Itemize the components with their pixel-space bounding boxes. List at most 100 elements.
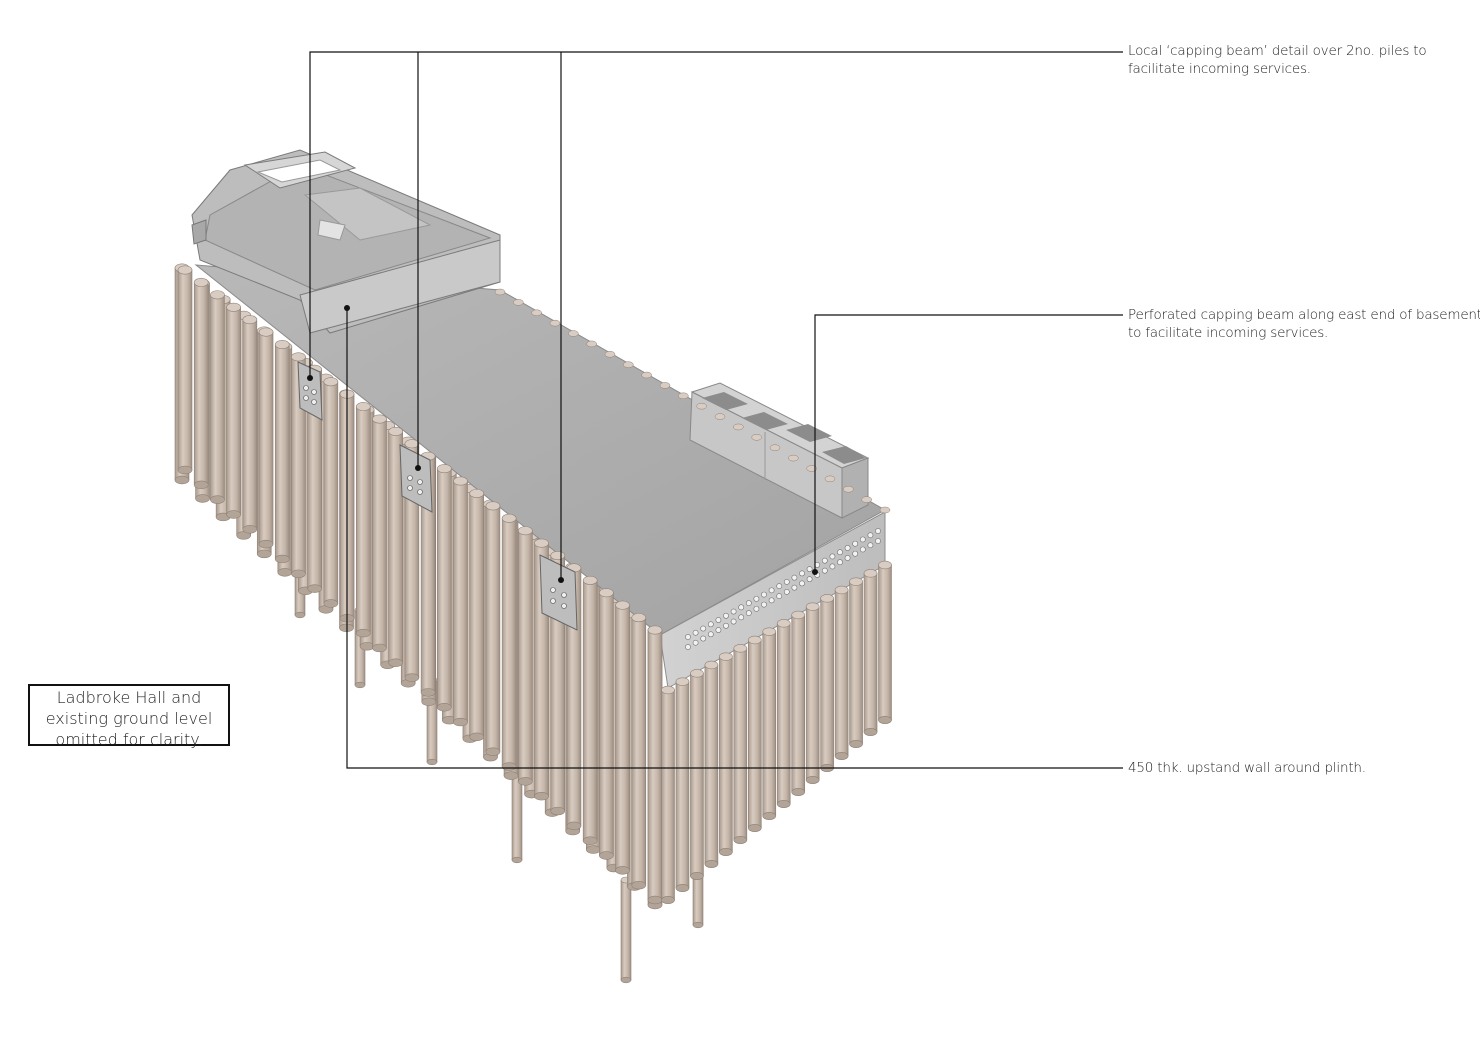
perforation [707,621,714,628]
perforation [753,605,760,612]
pile [863,569,878,736]
perforation [821,567,828,574]
note-line: omitted for clarity. [55,730,203,749]
perforation [715,617,722,623]
perforation [761,601,767,608]
pile [820,594,834,772]
perforation [852,540,859,547]
pile [582,575,598,845]
pile [323,377,339,608]
perforation [700,625,707,632]
perforation [700,635,707,642]
pile [193,277,209,490]
pile [615,600,630,875]
pile [355,402,371,638]
callout-line: facilitate incoming services. [1128,61,1311,77]
perforation [844,555,851,561]
pile [437,464,452,712]
perforation [730,608,737,615]
pile [878,560,892,724]
callout-line: to facilitate incoming services. [1128,325,1329,341]
perforation [723,612,729,619]
perforation [867,532,874,539]
perforation [685,644,691,650]
perforation [837,559,843,566]
perforation [875,538,881,544]
pile [210,290,225,504]
perforation [692,639,699,646]
perforation [715,627,722,633]
pile [776,619,791,808]
perforation [837,549,843,556]
perforation [791,574,798,581]
perforation [783,588,790,595]
callout-line: Local ‘capping beam’ detail over 2no. pi… [1128,43,1427,59]
pile [501,513,517,771]
perforation [806,576,813,583]
perforation [852,550,859,557]
pile [485,501,501,756]
perforation [829,553,836,560]
perforation [859,546,866,553]
perforation [875,528,881,534]
callout-line: 450 thk. upstand wall around plinth. [1128,760,1366,776]
pile [177,265,193,475]
perforation [806,566,813,573]
perforation [730,618,737,625]
perforation [859,536,866,543]
perforation [768,597,775,604]
pile [849,577,863,748]
pile [372,414,387,653]
perforation [685,634,691,640]
perforation [776,583,783,590]
perforation [829,563,836,570]
pile [242,315,258,534]
perforation [738,604,745,611]
pile [805,602,820,784]
perforation [692,629,699,636]
perforation [738,614,745,621]
clarity-note-box: Ladbroke Hall and existing ground level … [28,684,230,749]
pile [704,660,719,868]
note-line: Ladbroke Hall and [56,688,202,707]
callout-line: Perforated capping beam along east end o… [1128,307,1480,323]
perforation [745,600,752,606]
perforation [761,591,767,598]
piled-basement-diagram [174,51,1123,984]
note-line: existing ground level [45,709,213,728]
perforation [844,545,851,551]
pile [733,644,748,844]
pile [453,476,468,727]
perforation [799,580,805,587]
callout-capping-beam-detail: Local ‘capping beam’ detail over 2no. pi… [1128,42,1427,78]
pile [834,585,849,760]
pile [258,327,274,549]
pile [747,635,762,832]
pile [631,613,647,890]
pile [762,627,777,820]
pile [226,302,241,519]
pile [647,625,663,905]
perforation [867,542,874,549]
pile [675,677,690,892]
perforation [768,587,775,594]
perforation [776,593,783,600]
perforation [723,622,729,629]
perforation [745,610,752,616]
pile [274,339,290,564]
perforation [791,584,798,591]
pile [599,588,614,860]
perforation [799,570,805,577]
perforation [707,631,714,638]
callout-upstand-wall: 450 thk. upstand wall around plinth. [1128,759,1366,777]
pile [620,876,632,984]
pile [690,669,704,880]
perforation [783,578,790,585]
perforation [753,595,760,602]
callout-perforated-beam: Perforated capping beam along east end o… [1128,306,1480,342]
pile [518,526,533,786]
perforation [821,557,828,564]
pile [661,685,675,904]
pile [469,488,485,742]
pile [719,652,733,856]
